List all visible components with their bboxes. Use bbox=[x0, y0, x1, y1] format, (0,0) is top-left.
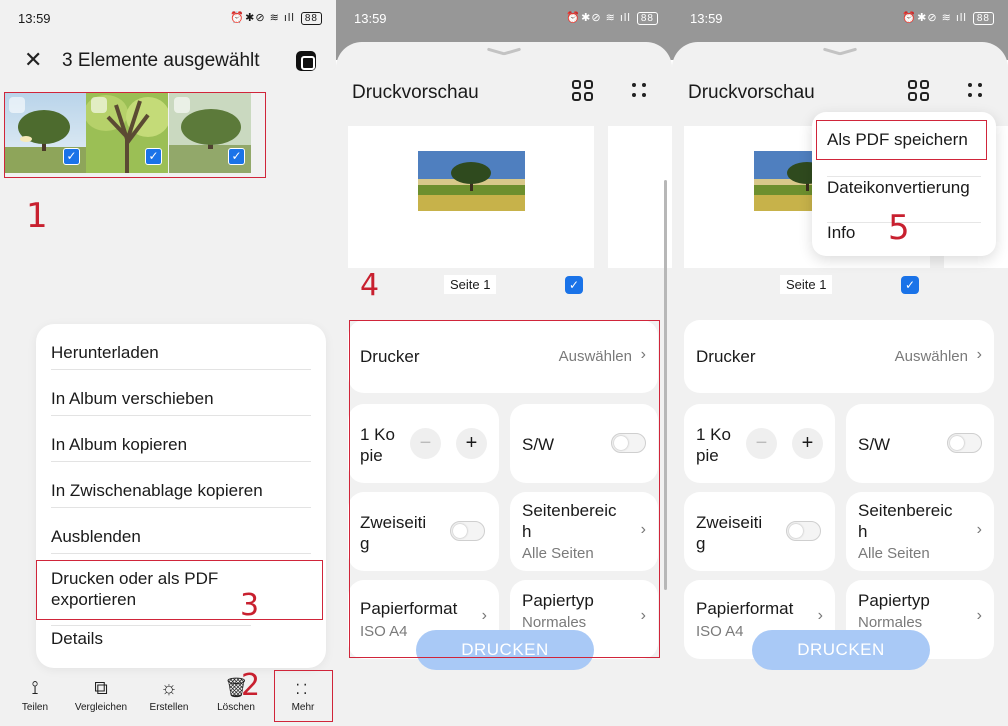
menu-item-hide[interactable]: Ausblenden bbox=[51, 508, 311, 554]
close-icon[interactable]: ✕ bbox=[24, 48, 48, 72]
annotation-number-1: 1 bbox=[26, 196, 48, 236]
page-range-value: Alle Seiten bbox=[858, 545, 930, 562]
duplex-card: Zweiseiti g bbox=[684, 492, 835, 571]
selection-header: ✕ 3 Elemente ausgewählt bbox=[24, 46, 316, 80]
grid-view-icon[interactable] bbox=[908, 80, 930, 102]
share-icon: ⟟ bbox=[31, 678, 39, 699]
menu-item-move-to-album[interactable]: In Album verschieben bbox=[51, 370, 311, 416]
chevron-right-icon: › bbox=[976, 346, 982, 363]
page-preview[interactable] bbox=[348, 126, 594, 268]
status-icon-glyphs: ⏰✱⊘ ≋ ıll bbox=[230, 12, 295, 24]
bw-label: S/W bbox=[858, 435, 891, 454]
lightbulb-icon: ☼ bbox=[160, 678, 178, 699]
share-label: Teilen bbox=[21, 702, 49, 713]
status-bar: 13:59 ⏰✱⊘ ≋ ıll 88 bbox=[672, 0, 1008, 38]
page-label: Seite 1 bbox=[780, 275, 833, 294]
file-conversion-label: Dateikonvertierung bbox=[827, 178, 970, 197]
status-bar: 13:59 ⏰✱⊘ ≋ ıll 88 bbox=[0, 0, 336, 38]
selection-title: 3 Elemente ausgewählt bbox=[62, 50, 260, 71]
paper-type-label: Papiertyp bbox=[858, 591, 930, 610]
duplex-toggle[interactable] bbox=[786, 521, 821, 541]
status-time: 13:59 bbox=[18, 11, 51, 26]
sheet-title: Druckvorschau bbox=[688, 82, 815, 103]
printer-value: Auswählen bbox=[894, 348, 968, 365]
annotation-number-4: 4 bbox=[360, 268, 380, 303]
more-dots-icon[interactable] bbox=[968, 83, 984, 99]
create-label: Erstellen bbox=[149, 702, 189, 713]
printer-label: Drucker bbox=[696, 347, 756, 366]
battery-icon: 88 bbox=[300, 12, 322, 25]
preview-image bbox=[418, 151, 525, 211]
decrement-button[interactable]: − bbox=[746, 428, 777, 459]
grid-view-icon[interactable] bbox=[572, 80, 594, 102]
annotation-box-1 bbox=[4, 92, 266, 178]
select-all-icon[interactable] bbox=[296, 51, 316, 71]
scrollbar[interactable] bbox=[664, 180, 667, 590]
chevron-right-icon: › bbox=[817, 607, 823, 624]
annotation-number-2: 2 bbox=[241, 668, 261, 703]
annotation-box-3 bbox=[36, 560, 323, 620]
page-checkbox-icon[interactable]: ✓ bbox=[901, 276, 919, 294]
battery-icon: 88 bbox=[636, 12, 658, 25]
gallery-selection-screen: 13:59 ⏰✱⊘ ≋ ıll 88 ✕ 3 Elemente ausgewäh… bbox=[0, 0, 336, 726]
increment-button[interactable]: + bbox=[792, 428, 823, 459]
next-page-preview[interactable] bbox=[608, 126, 672, 268]
bw-card: S/W bbox=[846, 404, 994, 483]
annotation-box-4 bbox=[349, 320, 660, 658]
chevron-right-icon: › bbox=[976, 607, 982, 624]
status-icon-glyphs: ⏰✱⊘ ≋ ıll bbox=[902, 12, 967, 24]
copies-label: 1 Ko pie bbox=[696, 425, 731, 465]
status-bar: 13:59 ⏰✱⊘ ≋ ıll 88 bbox=[336, 0, 672, 38]
printer-row[interactable]: Drucker Auswählen › bbox=[684, 320, 994, 393]
annotation-number-5: 5 bbox=[888, 208, 910, 248]
print-preview-screen: 13:59 ⏰✱⊘ ≋ ıll 88 Druckvorschau Seite 1… bbox=[336, 0, 672, 726]
compare-label: Vergleichen bbox=[74, 702, 128, 713]
more-dots-icon[interactable] bbox=[632, 83, 648, 99]
menu-item-file-conversion[interactable]: Dateikonvertierung bbox=[827, 176, 981, 197]
annotation-number-3: 3 bbox=[240, 588, 260, 623]
compare-button[interactable]: ⧉ Vergleichen bbox=[70, 676, 132, 713]
status-icons: ⏰✱⊘ ≋ ıll 88 bbox=[230, 11, 322, 25]
print-preview-menu-screen: 13:59 ⏰✱⊘ ≋ ıll 88 Druckvorschau Seite 1… bbox=[672, 0, 1008, 726]
annotation-box-2 bbox=[274, 670, 333, 722]
sheet-collapse-handle[interactable] bbox=[823, 46, 857, 58]
annotation-box-5 bbox=[816, 120, 987, 160]
status-icons: ⏰✱⊘ ≋ ıll 88 bbox=[902, 11, 994, 25]
sheet-title: Druckvorschau bbox=[352, 82, 479, 103]
page-range-label: Seitenbereic h bbox=[858, 501, 953, 541]
page-range-card[interactable]: Seitenbereic h Alle Seiten › bbox=[846, 492, 994, 571]
status-icons: ⏰✱⊘ ≋ ıll 88 bbox=[566, 11, 658, 25]
sheet-collapse-handle[interactable] bbox=[487, 46, 521, 58]
tree-photo-preview bbox=[418, 151, 525, 211]
delete-label: Löschen bbox=[217, 702, 255, 713]
status-time: 13:59 bbox=[690, 11, 723, 26]
page-checkbox-icon[interactable]: ✓ bbox=[565, 276, 583, 294]
bw-toggle[interactable] bbox=[947, 433, 982, 453]
paper-format-value: ISO A4 bbox=[696, 623, 744, 640]
compare-icon: ⧉ bbox=[94, 678, 108, 699]
chevron-right-icon: › bbox=[976, 521, 982, 538]
page-label: Seite 1 bbox=[444, 275, 497, 294]
battery-icon: 88 bbox=[972, 12, 994, 25]
print-button[interactable]: DRUCKEN bbox=[752, 630, 930, 670]
menu-item-download[interactable]: Herunterladen bbox=[51, 324, 311, 370]
paper-format-label: Papierformat bbox=[696, 599, 794, 618]
info-label: Info bbox=[827, 223, 856, 242]
status-icon-glyphs: ⏰✱⊘ ≋ ıll bbox=[566, 12, 631, 24]
duplex-label: Zweiseiti g bbox=[696, 513, 763, 553]
status-time: 13:59 bbox=[354, 11, 387, 26]
copies-card: 1 Ko pie − + bbox=[684, 404, 835, 483]
menu-item-copy-to-album[interactable]: In Album kopieren bbox=[51, 416, 311, 462]
share-button[interactable]: ⟟ Teilen bbox=[4, 676, 66, 713]
create-button[interactable]: ☼ Erstellen bbox=[138, 676, 200, 713]
menu-item-copy-to-clipboard[interactable]: In Zwischenablage kopieren bbox=[51, 462, 311, 508]
